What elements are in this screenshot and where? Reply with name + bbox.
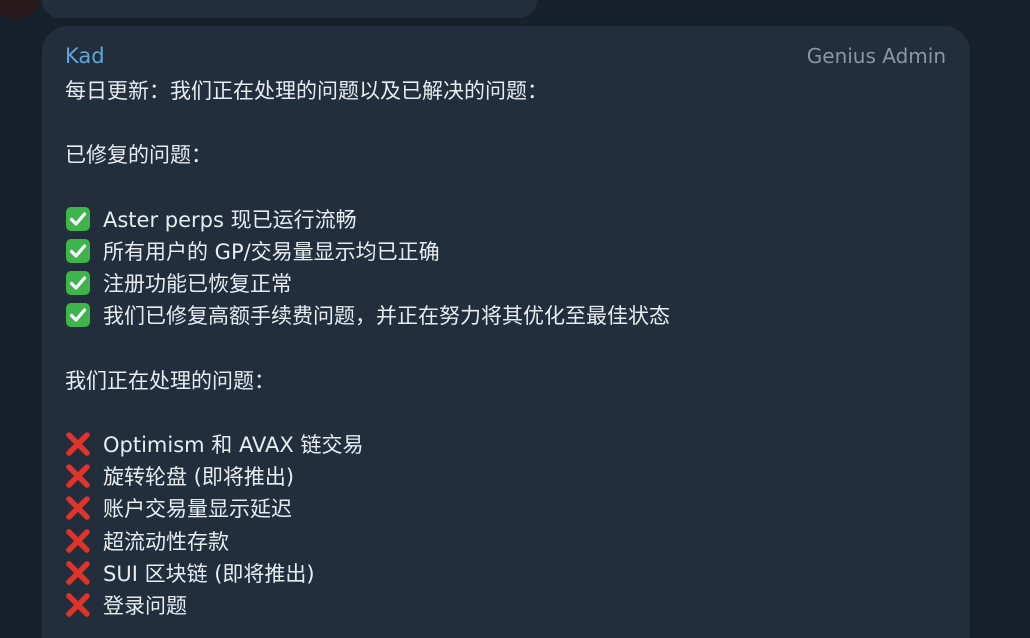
working-section-title: 我们正在处理的问题：	[65, 368, 275, 393]
working-item: 登录问题	[65, 590, 955, 622]
working-item: Optimism 和 AVAX 链交易	[65, 429, 955, 461]
cross-mark-emoji-icon	[65, 463, 91, 489]
fixed-item-text: 所有用户的 GP/交易量显示均已正确	[103, 239, 440, 264]
cross-mark-emoji-icon	[65, 560, 91, 586]
sender-name[interactable]: Kad	[65, 43, 105, 69]
cross-mark-emoji-icon	[65, 431, 91, 457]
working-item: 账户交易量显示延迟	[65, 493, 955, 525]
working-item: 超流动性存款	[65, 526, 955, 558]
working-item-text: 账户交易量显示延迟	[103, 497, 292, 522]
message-text: 每日更新：我们正在处理的问题以及已解决的问题： 已修复的问题： Aster pe…	[65, 75, 955, 622]
admin-badge: Genius Admin	[806, 44, 946, 68]
check-mark-emoji-icon	[65, 238, 91, 264]
working-item-text: SUI 区块链 (即将推出)	[103, 561, 315, 586]
cross-mark-emoji-icon	[65, 495, 91, 521]
fixed-item-text: Aster perps 现已运行流畅	[103, 207, 357, 232]
working-item-text: 旋转轮盘 (即将推出)	[103, 465, 295, 490]
fixed-item: Aster perps 现已运行流畅	[65, 204, 955, 236]
previous-message-bubble[interactable]	[42, 0, 537, 18]
sender-avatar[interactable]	[0, 0, 40, 18]
check-mark-emoji-icon	[65, 302, 91, 328]
working-item: 旋转轮盘 (即将推出)	[65, 461, 955, 493]
fixed-item: 我们已修复高额手续费问题，并正在努力将其优化至最佳状态	[65, 300, 955, 332]
cross-mark-emoji-icon	[65, 592, 91, 618]
message-bubble[interactable]: Kad Genius Admin 每日更新：我们正在处理的问题以及已解决的问题：…	[42, 26, 970, 638]
fixed-section-title: 已修复的问题：	[65, 143, 212, 168]
working-item: SUI 区块链 (即将推出)	[65, 558, 955, 590]
check-mark-emoji-icon	[65, 270, 91, 296]
cross-mark-emoji-icon	[65, 528, 91, 554]
fixed-item: 注册功能已恢复正常	[65, 268, 955, 300]
working-item-text: Optimism 和 AVAX 链交易	[103, 433, 364, 458]
fixed-item: 所有用户的 GP/交易量显示均已正确	[65, 236, 955, 268]
fixed-item-text: 我们已修复高额手续费问题，并正在努力将其优化至最佳状态	[103, 304, 670, 329]
chat-view: Kad Genius Admin 每日更新：我们正在处理的问题以及已解决的问题：…	[0, 0, 1030, 638]
fixed-item-text: 注册功能已恢复正常	[103, 272, 292, 297]
working-item-text: 登录问题	[103, 594, 187, 618]
working-item-text: 超流动性存款	[103, 529, 229, 554]
message-header: 每日更新：我们正在处理的问题以及已解决的问题：	[65, 79, 548, 103]
check-mark-emoji-icon	[65, 206, 91, 232]
